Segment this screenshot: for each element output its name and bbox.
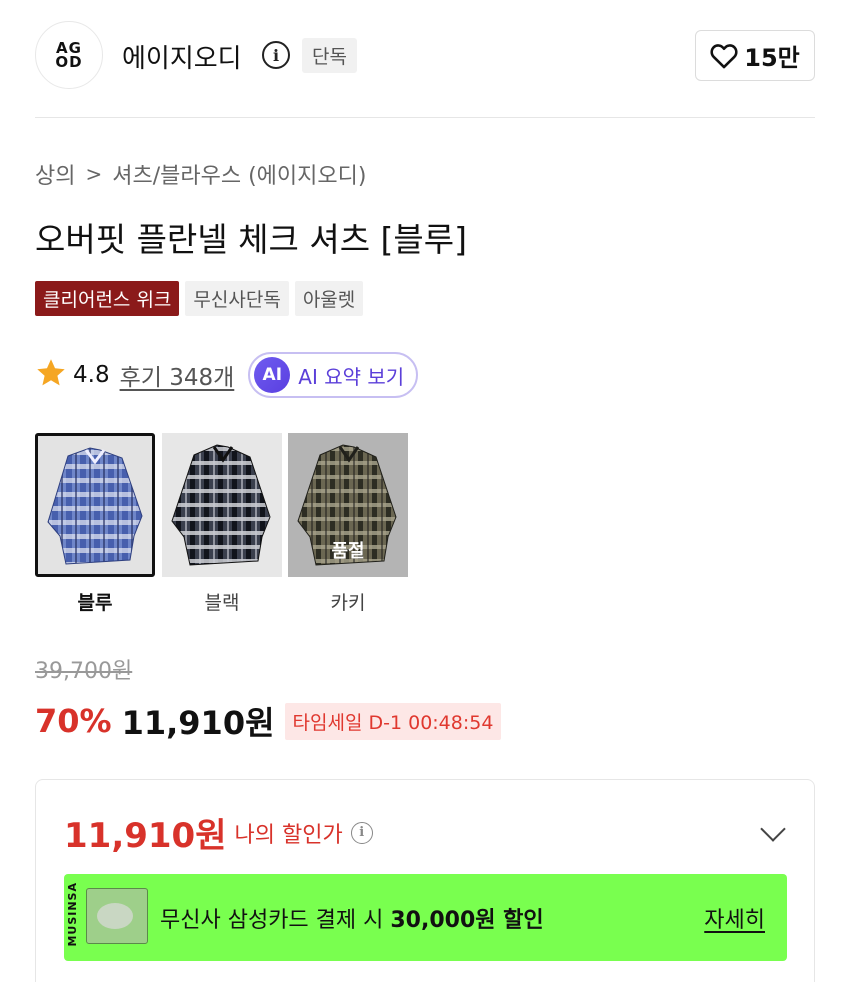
card-image: MUSINSA [64,874,150,961]
brand-name[interactable]: 에이지오디 [122,38,242,75]
heart-icon [710,43,738,69]
ai-summary-button[interactable]: AI AI 요약 보기 [248,352,419,398]
product-tags: 클리어런스 위크 무신사단독 아울렛 [35,281,364,316]
credit-card-icon [86,888,148,944]
color-swatch-blue[interactable] [35,433,155,577]
shirt-image-black [171,444,271,566]
brand-logo[interactable]: AG OD [35,21,103,89]
my-price-label: 나의 할인가 [234,822,343,848]
ai-icon: AI [254,357,291,393]
star-icon [35,358,67,392]
info-icon[interactable]: i [350,821,373,844]
card-promo-banner[interactable]: MUSINSA 무신사 삼성카드 결제 시 30,000원 할인 자세히 [64,874,787,961]
my-price: 11,910원 나의 할인가 i [64,808,373,857]
review-link[interactable]: 후기 348개 [120,358,235,392]
tag-clearance: 클리어런스 위크 [35,281,180,316]
tag-outlet: 아울렛 [294,281,364,316]
color-swatch-khaki[interactable]: 품절 [288,433,408,577]
info-icon[interactable]: i [262,41,290,69]
breadcrumb: 상의 > 셔츠/블라우스 (에이지오디) [35,158,366,190]
tag-exclusive: 무신사단독 [185,281,289,316]
my-price-box: 11,910원 나의 할인가 i MUSINSA 무신사 삼성카드 결제 시 3… [35,779,815,982]
discount-rate: 70% [35,702,112,740]
color-swatch-black[interactable] [162,433,282,577]
like-button[interactable]: 15만 [695,30,815,81]
my-price-amount: 11,910원 [64,816,227,856]
logo-text-bottom: OD [55,53,83,71]
exclusive-chip: 단독 [302,38,357,73]
color-label-blue: 블루 [77,592,113,614]
like-count: 15만 [744,44,800,72]
header-divider [35,117,815,118]
breadcrumb-category[interactable]: 상의 [35,158,75,190]
card-promo-amount: 30,000원 할인 [390,907,544,933]
soldout-label: 품절 [331,541,365,562]
card-promo-more-link[interactable]: 자세히 [704,902,765,934]
timesale-badge: 타임세일 D-1 00:48:54 [284,702,502,740]
chevron-right-icon: > [85,162,103,186]
card-promo-prefix: 무신사 삼성카드 결제 시 [160,907,391,933]
brand-logo-text: AG OD [55,41,83,71]
price-row: 70% 11,910원 타임세일 D-1 00:48:54 [35,698,502,744]
chevron-down-icon[interactable] [760,816,786,842]
shirt-image-blue [47,447,143,565]
color-label-khaki: 카키 [330,592,366,614]
final-price: 11,910원 [121,704,275,742]
color-label-black: 블랙 [204,592,240,614]
breadcrumb-subcategory[interactable]: 셔츠/블라우스 (에이지오디) [112,158,366,190]
original-price: 39,700원 [35,659,133,684]
product-title: 오버핏 플란넬 체크 셔츠 [블루] [35,220,468,259]
rating-row: 4.8 후기 348개 AI AI 요약 보기 [35,352,419,398]
ai-summary-label: AI 요약 보기 [298,364,405,389]
card-promo-text: 무신사 삼성카드 결제 시 30,000원 할인 [160,902,544,934]
card-image-text: MUSINSA [66,882,79,947]
rating-score: 4.8 [73,362,110,388]
